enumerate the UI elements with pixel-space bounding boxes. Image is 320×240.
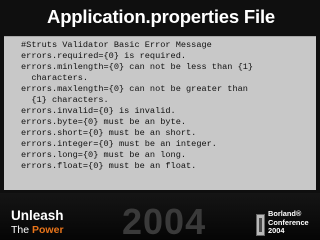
code-line: errors.minlength={0} can not be less tha… (21, 62, 254, 72)
code-line: errors.maxlength={0} can not be greater … (21, 84, 248, 94)
slide-title: Application.properties File (47, 6, 275, 27)
tagline-power: Power (32, 224, 64, 236)
code-line: errors.invalid={0} is invalid. (21, 106, 176, 116)
borland-conference-logo: Borland® Conference 2004 (268, 209, 320, 236)
year-watermark: 2004 (122, 201, 207, 240)
unleash-logo-text: Unleash (11, 208, 64, 223)
code-line: {1} characters. (21, 95, 109, 105)
tagline-the: The (11, 224, 33, 236)
brand-line-3: 2004 (268, 226, 285, 236)
code-line: characters. (21, 73, 89, 83)
code-line: errors.required={0} is required. (21, 51, 187, 61)
code-line: errors.float={0} must be an float. (21, 161, 197, 171)
the-power-tagline: The Power (11, 224, 64, 236)
code-line: errors.short={0} must be an short. (21, 128, 197, 138)
code-line: errors.integer={0} must be an integer. (21, 139, 217, 149)
code-line: #Struts Validator Basic Error Message (21, 40, 212, 50)
borland-emblem-icon (256, 214, 265, 236)
slide: Application.properties File #Struts Vali… (0, 0, 320, 240)
code-line: errors.byte={0} must be an byte. (21, 117, 187, 127)
code-line: errors.long={0} must be an long. (21, 150, 187, 160)
code-panel: #Struts Validator Basic Error Message er… (4, 36, 316, 190)
